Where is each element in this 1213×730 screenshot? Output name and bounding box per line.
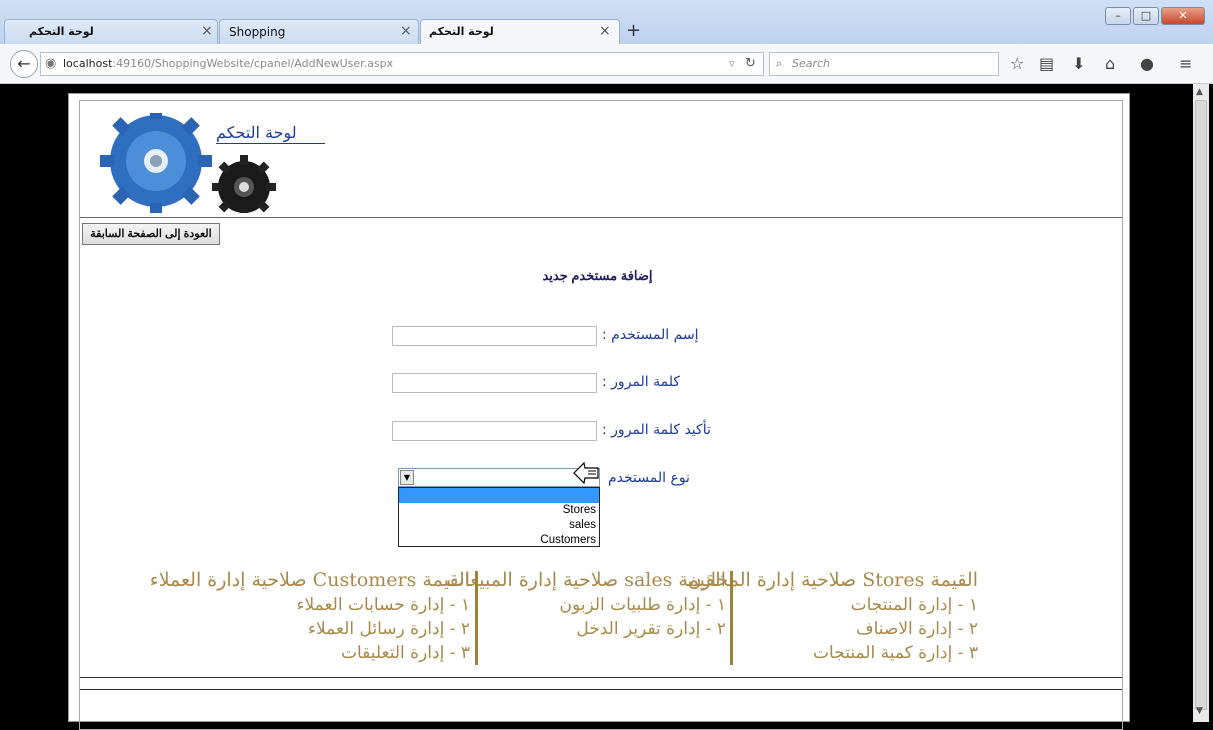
search-icon: ⌕ bbox=[776, 57, 783, 70]
control-panel-link[interactable]: لوحة التحكم bbox=[216, 123, 325, 144]
bookmark-star-icon[interactable]: ☆ bbox=[1010, 54, 1024, 73]
permissions-customers: القيمة Customers صلاحية إدارة العملاء ١ … bbox=[149, 567, 470, 665]
tab-bar: لوحة التحكم × Shopping × لوحة التحكم × +… bbox=[0, 0, 1213, 45]
vertical-scrollbar[interactable]: ▲ ▼ bbox=[1193, 84, 1209, 722]
new-tab-button[interactable]: + bbox=[626, 20, 641, 41]
scroll-up-icon[interactable]: ▲ bbox=[1196, 87, 1203, 97]
back-arrow-icon[interactable]: ← bbox=[10, 50, 38, 78]
search-placeholder: Search bbox=[792, 57, 831, 70]
search-bar[interactable]: ⌕ Search bbox=[769, 52, 999, 76]
menu-icon[interactable]: ≡ bbox=[1179, 54, 1192, 73]
chat-icon[interactable]: ● bbox=[1140, 54, 1154, 73]
permissions-stores: القيمة Stores صلاحية إدارة المخازن ١ - إ… bbox=[687, 567, 978, 665]
close-icon[interactable]: × bbox=[201, 23, 213, 39]
home-icon[interactable]: ⌂ bbox=[1105, 54, 1115, 73]
username-input[interactable] bbox=[392, 326, 597, 346]
dropdown-option-stores[interactable]: Stores bbox=[399, 503, 599, 518]
permission-item: ١ - إدارة طلبيات الزبون bbox=[559, 595, 726, 615]
permission-item: ٢ - إدارة رسائل العملاء bbox=[308, 619, 470, 639]
permission-header: القيمة Customers صلاحية إدارة العملاء bbox=[149, 569, 470, 591]
dropdown-option-sales[interactable]: sales bbox=[399, 518, 599, 533]
permission-item: ٢ - إدارة الاصناف bbox=[855, 619, 978, 639]
user-type-dropdown-list: Stores sales Customers bbox=[398, 487, 600, 547]
page-frame: لوحة التحكم العودة إلى الصفحة السابقة إض… bbox=[79, 100, 1123, 730]
tab-control-panel-1[interactable]: لوحة التحكم × bbox=[4, 19, 218, 44]
scroll-down-icon[interactable]: ▼ bbox=[1196, 706, 1203, 716]
scroll-thumb[interactable] bbox=[1195, 100, 1207, 710]
url-bar[interactable]: ◉ localhost:49160/ShoppingWebsite/cpanel… bbox=[40, 52, 764, 76]
dropdown-arrow-icon[interactable]: ▼ bbox=[400, 470, 414, 485]
close-icon[interactable]: × bbox=[599, 23, 611, 39]
permissions-sales: القيمة sales صلاحية إدارة المبيعات ١ - إ… bbox=[446, 567, 726, 665]
permission-header: القيمة Stores صلاحية إدارة المخازن bbox=[687, 569, 978, 591]
username-label: إسم المستخدم : bbox=[602, 327, 699, 343]
divider bbox=[80, 689, 1122, 690]
permission-item: ٢ - إدارة تقرير الدخل bbox=[576, 619, 726, 639]
divider bbox=[80, 217, 1122, 218]
permission-item: ٣ - إدارة كمية المنتجات bbox=[813, 643, 978, 663]
window-controls: – □ ✕ bbox=[1105, 7, 1205, 25]
globe-icon: ◉ bbox=[45, 56, 57, 71]
minimize-icon[interactable]: – bbox=[1105, 7, 1131, 25]
dropdown-arrow-icon[interactable]: ▿ bbox=[729, 53, 735, 75]
password-input[interactable] bbox=[392, 373, 597, 393]
password-label: كلمة المرور : bbox=[602, 374, 681, 390]
tab-label: لوحة التحكم bbox=[429, 25, 494, 38]
tab-label: Shopping bbox=[229, 25, 286, 39]
user-type-label: نوع المستخدم bbox=[608, 470, 690, 486]
column-divider bbox=[475, 571, 478, 665]
reload-icon[interactable]: ↻ bbox=[745, 53, 756, 75]
page-content: لوحة التحكم العودة إلى الصفحة السابقة إض… bbox=[68, 93, 1130, 730]
page-title: إضافة مستخدم جديد bbox=[542, 268, 653, 283]
tab-control-panel-active[interactable]: لوحة التحكم × bbox=[420, 19, 620, 45]
navigation-bar: ← ◉ localhost:49160/ShoppingWebsite/cpan… bbox=[0, 44, 1213, 84]
dropdown-option-empty[interactable] bbox=[399, 488, 599, 503]
url-text: localhost:49160/ShoppingWebsite/cpanel/A… bbox=[63, 57, 394, 70]
maximize-icon[interactable]: □ bbox=[1133, 7, 1159, 25]
hand-cursor-icon bbox=[573, 461, 599, 485]
user-type-select[interactable]: ▼ bbox=[398, 468, 600, 487]
permission-header: القيمة sales صلاحية إدارة المبيعات bbox=[446, 569, 726, 591]
tab-shopping[interactable]: Shopping × bbox=[219, 19, 419, 44]
column-divider bbox=[730, 571, 733, 665]
window-close-icon[interactable]: ✕ bbox=[1161, 7, 1205, 25]
close-icon[interactable]: × bbox=[400, 23, 412, 39]
permission-item: ١ - إدارة حسابات العملاء bbox=[296, 595, 470, 615]
confirm-password-input[interactable] bbox=[392, 421, 597, 441]
download-icon[interactable]: ⬇ bbox=[1072, 54, 1085, 73]
reading-list-icon[interactable]: ▤ bbox=[1039, 54, 1054, 73]
permission-item: ٣ - إدارة التعليقات bbox=[340, 643, 470, 663]
dropdown-option-customers[interactable]: Customers bbox=[399, 533, 599, 548]
tab-label: لوحة التحكم bbox=[29, 25, 94, 38]
permission-item: ١ - إدارة المنتجات bbox=[850, 595, 978, 615]
divider bbox=[80, 677, 1122, 678]
back-to-previous-button[interactable]: العودة إلى الصفحة السابقة bbox=[82, 223, 220, 245]
confirm-password-label: تأكيد كلمة المرور : bbox=[602, 422, 711, 438]
